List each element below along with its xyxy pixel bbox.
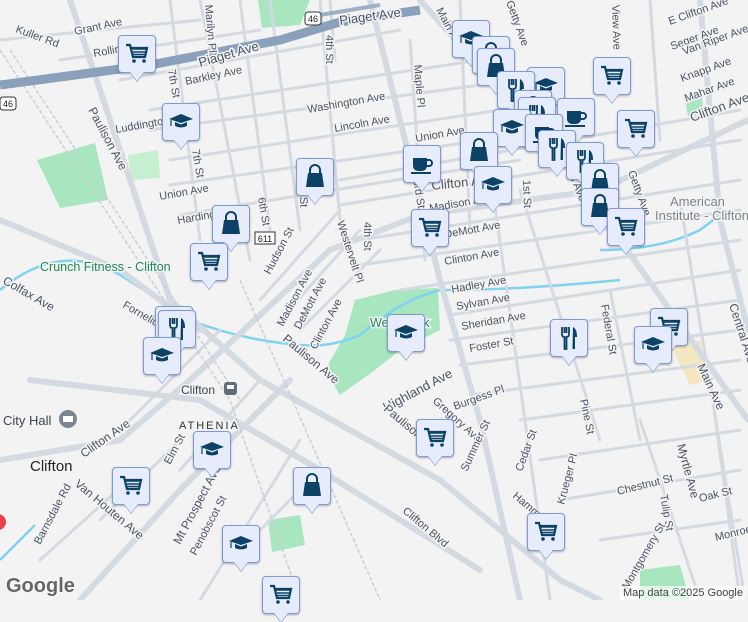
street-label: Harding — [176, 208, 216, 227]
street-label: Elm St — [162, 432, 188, 466]
street-label: 1st St — [520, 180, 533, 209]
shopping-cart-icon — [598, 62, 626, 90]
graduation-cap-icon — [498, 114, 526, 142]
marker-grocery[interactable] — [527, 513, 565, 551]
place-label-institute[interactable]: American — [670, 194, 725, 209]
graduation-cap-icon — [639, 331, 667, 359]
train-icon[interactable] — [224, 382, 237, 395]
google-logo: Google — [6, 575, 75, 598]
marker-grocery[interactable] — [607, 208, 645, 246]
park — [128, 150, 160, 180]
map-attribution[interactable]: Map data ©2025 Google — [620, 586, 746, 600]
park — [268, 515, 305, 552]
creek — [0, 525, 35, 560]
marker-school[interactable] — [474, 166, 512, 204]
svg-text:46: 46 — [3, 99, 13, 109]
marker-grocery[interactable] — [190, 243, 228, 281]
city-label: Clifton — [30, 458, 73, 475]
place-label-institute[interactable]: Institute - Clifton — [655, 208, 748, 223]
route-46-shield: 46 — [0, 97, 16, 110]
svg-text:611: 611 — [258, 234, 272, 244]
street-label: Foster St — [468, 335, 514, 355]
location-pin-icon[interactable] — [0, 514, 6, 530]
shopping-cart-icon — [195, 248, 223, 276]
shopping-cart-icon — [117, 472, 145, 500]
marker-grocery[interactable] — [593, 57, 631, 95]
street-label: Union Ave — [414, 124, 465, 144]
marker-cafe[interactable] — [403, 145, 441, 183]
marker-grocery[interactable] — [118, 35, 156, 73]
place-label-station[interactable]: Clifton — [181, 383, 215, 397]
graduation-cap-icon — [479, 171, 507, 199]
street-label: E Clifton Ave — [667, 0, 730, 28]
route-46-shield: 46 — [305, 12, 321, 25]
coffee-cup-icon — [562, 103, 590, 131]
marker-shopping[interactable] — [293, 467, 331, 505]
street-label: Marilyn Pl — [202, 4, 218, 53]
shopping-cart-icon — [622, 115, 650, 143]
coffee-cup-icon — [408, 150, 436, 178]
shopping-cart-icon — [421, 424, 449, 452]
street-label: Myrtle Ave — [674, 442, 702, 500]
marker-grocery[interactable] — [617, 110, 655, 148]
marker-school[interactable] — [387, 314, 425, 352]
graduation-cap-icon — [148, 342, 176, 370]
map-canvas[interactable]: 46 46 611 Grant Ave Kuller Rd Rollin Pia… — [0, 0, 748, 600]
shopping-bag-icon — [301, 163, 329, 191]
marker-shopping[interactable] — [460, 132, 498, 170]
graduation-cap-icon — [198, 436, 226, 464]
place-label-gym[interactable]: Crunch Fitness - Clifton — [40, 260, 171, 274]
street-label: Colfax Ave — [1, 273, 58, 314]
marker-shopping[interactable] — [296, 158, 334, 196]
marker-school[interactable] — [143, 337, 181, 375]
route-611-shield: 611 — [255, 232, 275, 244]
shopping-cart-icon — [532, 518, 560, 546]
street-label: Washington Ave — [306, 90, 386, 116]
svg-text:46: 46 — [308, 14, 318, 24]
marker-school[interactable] — [193, 431, 231, 469]
marker-grocery[interactable] — [112, 467, 150, 505]
shopping-bag-icon — [217, 210, 245, 238]
shopping-cart-icon — [123, 40, 151, 68]
street-label: Union Ave — [158, 182, 209, 202]
marker-restaurant[interactable] — [550, 319, 588, 357]
street-label: View Ave — [609, 5, 623, 50]
street-label: Pine St — [577, 398, 596, 435]
park — [258, 0, 310, 28]
marker-grocery[interactable] — [416, 419, 454, 457]
marker-school[interactable] — [222, 525, 260, 563]
shopping-cart-icon — [612, 213, 640, 241]
street-label: 4th St — [323, 35, 335, 64]
shopping-bag-icon — [465, 137, 493, 165]
street-label: 4th St — [361, 222, 373, 251]
marker-grocery[interactable] — [262, 576, 300, 614]
shopping-cart-icon — [416, 214, 444, 242]
graduation-cap-icon — [167, 108, 195, 136]
street-label: Piaget Ave — [338, 4, 401, 27]
marker-school[interactable] — [634, 326, 672, 364]
landmark-icon[interactable] — [59, 410, 77, 428]
place-label-city-hall[interactable]: City Hall — [3, 413, 52, 428]
shopping-cart-icon — [267, 581, 295, 609]
fork-knife-icon — [555, 324, 583, 352]
street-label: Cedar St — [514, 428, 540, 473]
street-label: Kuller Rd — [14, 24, 61, 51]
marker-shopping[interactable] — [212, 205, 250, 243]
graduation-cap-icon — [227, 530, 255, 558]
shopping-bag-icon — [298, 472, 326, 500]
marker-school[interactable] — [162, 103, 200, 141]
street-label: Grant Ave — [73, 16, 123, 38]
marker-grocery[interactable] — [411, 209, 449, 247]
graduation-cap-icon — [392, 319, 420, 347]
